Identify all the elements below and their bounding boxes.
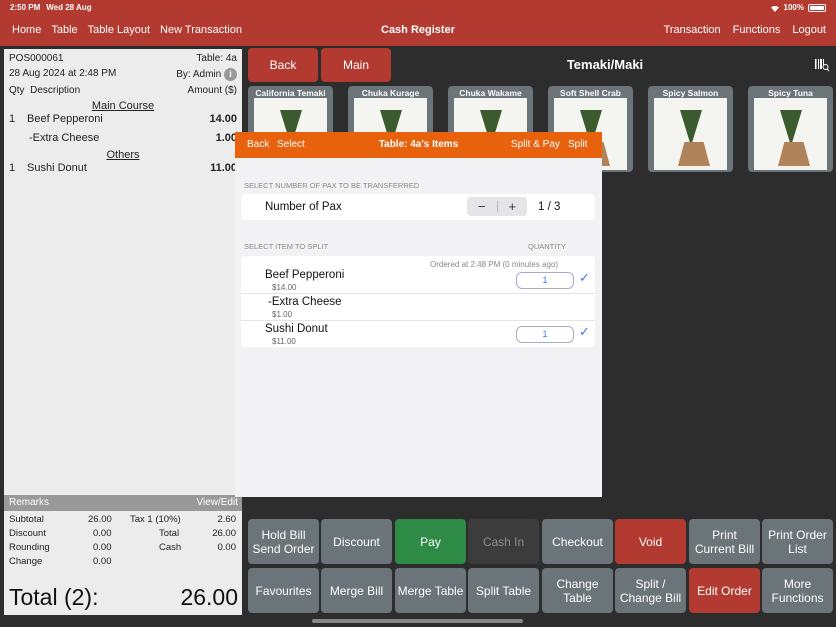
pax-row: Number of Pax − + 1 / 3 (241, 194, 595, 220)
hold-bill-send-order-button[interactable]: Hold Bill Send Order (248, 519, 319, 564)
merge-bill-button[interactable]: Merge Bill (321, 568, 392, 613)
section-others: Others (106, 149, 140, 161)
edit-order-button[interactable]: Edit Order (689, 568, 760, 613)
col-description: Description (30, 85, 81, 96)
nav-transaction[interactable]: Transaction (664, 24, 721, 36)
table-label: Table: 4a (196, 53, 237, 64)
receipt-panel: POS000061 Table: 4a 28 Aug 2024 at 2:48 P… (4, 49, 242, 615)
modal-header: Back Select Table: 4a's Items Split & Pa… (235, 132, 602, 158)
split-item-price: $14.00 (272, 283, 297, 292)
col-amount: Amount ($) (187, 85, 237, 96)
bill-number: POS000061 (9, 53, 64, 64)
quantity-input[interactable]: 1 (516, 326, 574, 343)
home-indicator (312, 619, 523, 623)
item-caption: SELECT ITEM TO SPLIT (244, 242, 329, 251)
discount-button[interactable]: Discount (321, 519, 392, 564)
receipt-item[interactable]: 1 Sushi Donut 11.00 (9, 162, 237, 174)
grand-total-amount: 26.00 (180, 584, 238, 610)
split-item-price: $11.00 (272, 337, 296, 346)
ordered-at: Ordered at 2:48 PM (0 minutes ago) (430, 260, 559, 269)
receipt-item[interactable]: 1 Beef Pepperoni 14.00 (9, 113, 237, 125)
pax-stepper[interactable]: − + (467, 197, 527, 216)
bill-by: By: Admin (176, 69, 222, 81)
split-change-bill-button[interactable]: Split / Change Bill (615, 568, 686, 613)
favourites-button[interactable]: Favourites (248, 568, 319, 613)
view-edit-link[interactable]: View/Edit (196, 497, 238, 508)
print-order-list-button[interactable]: Print Order List (762, 519, 833, 564)
merge-table-button[interactable]: Merge Table (395, 568, 466, 613)
split-item-name: -Extra Cheese (268, 296, 342, 308)
wifi-icon (770, 5, 779, 12)
menu-item-spicy-tuna[interactable]: Spicy Tuna (748, 86, 833, 172)
void-button[interactable]: Void (615, 519, 686, 564)
bill-datetime: 28 Aug 2024 at 2:48 PM (9, 68, 117, 79)
change-table-button[interactable]: Change Table (542, 568, 613, 613)
remarks-bar[interactable]: Remarks View/Edit (4, 495, 242, 511)
split-item-name: Sushi Donut (265, 323, 328, 335)
category-title: Temaki/Maki (566, 57, 644, 72)
cash-in-button[interactable]: Cash In (468, 519, 539, 564)
split-and-pay-button[interactable]: Split & Pay (511, 139, 560, 150)
split-button[interactable]: Split (568, 139, 587, 150)
col-qty: Qty (9, 85, 25, 96)
barcode-scan-icon[interactable] (814, 58, 830, 72)
quantity-caption: QUANTITY (528, 242, 566, 251)
split-item-price: $1.00 (272, 310, 293, 319)
menu-item-spicy-salmon[interactable]: Spicy Salmon (648, 86, 733, 172)
minus-icon[interactable]: − (467, 197, 497, 216)
pax-value: 1 / 3 (538, 201, 561, 213)
more-functions-button[interactable]: More Functions (762, 568, 833, 613)
checkout-button[interactable]: Checkout (542, 519, 613, 564)
food-image (754, 98, 827, 170)
nav-logout[interactable]: Logout (792, 24, 826, 36)
plus-icon[interactable]: + (498, 197, 528, 216)
battery-icon (808, 3, 826, 12)
split-item-name: Beef Pepperoni (265, 269, 345, 281)
section-main-course: Main Course (91, 100, 155, 112)
split-item-list: Ordered at 2:48 PM (0 minutes ago) Beef … (241, 256, 595, 347)
print-current-bill-button[interactable]: Print Current Bill (689, 519, 760, 564)
status-date: Wed 28 Aug (46, 3, 92, 12)
split-table-button[interactable]: Split Table (468, 568, 539, 613)
checkmark-icon[interactable]: ✓ (579, 324, 590, 340)
pax-caption: SELECT NUMBER OF PAX TO BE TRANSFERRED (244, 181, 420, 190)
split-items-modal: Back Select Table: 4a's Items Split & Pa… (235, 132, 602, 497)
status-time: 2:50 PM (10, 3, 41, 12)
info-icon[interactable]: i (224, 68, 237, 81)
battery-percent: 100% (783, 3, 804, 12)
top-nav: Home Table Table Layout New Transaction … (0, 14, 836, 46)
pax-label: Number of Pax (265, 201, 342, 213)
main-button[interactable]: Main (321, 48, 391, 82)
food-image (654, 98, 727, 170)
quantity-input[interactable]: 1 (516, 272, 574, 289)
back-button[interactable]: Back (248, 48, 318, 82)
pay-button[interactable]: Pay (395, 519, 466, 564)
modal-body: SELECT NUMBER OF PAX TO BE TRANSFERRED N… (235, 158, 602, 497)
nav-functions[interactable]: Functions (733, 24, 781, 36)
grand-total-label: Total (2): (9, 584, 99, 610)
status-bar: 2:50 PM Wed 28 Aug 100% (0, 0, 836, 14)
checkmark-icon[interactable]: ✓ (579, 270, 590, 286)
